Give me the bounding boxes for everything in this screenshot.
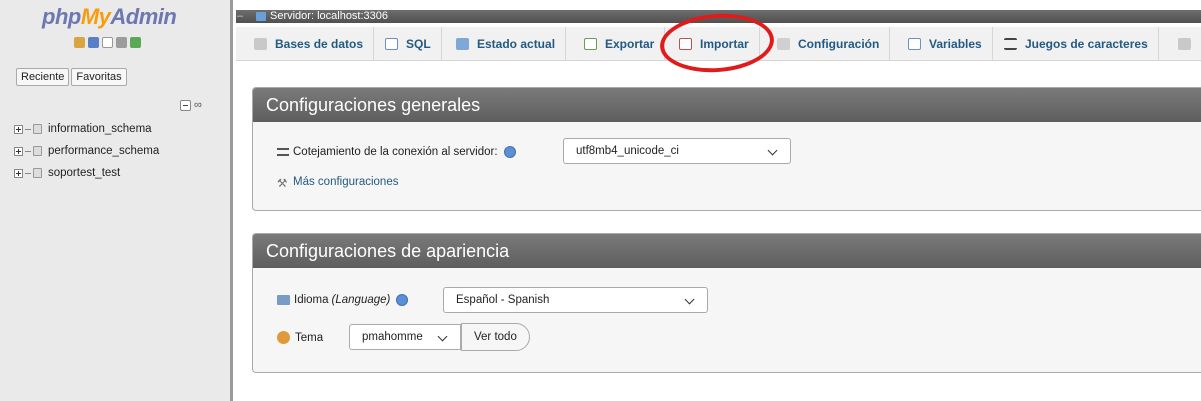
status-chart-icon: [456, 38, 469, 50]
export-icon: [584, 38, 597, 50]
general-settings-panel: Configuraciones generales Cotejamiento d…: [252, 87, 1201, 211]
language-row: Idioma (Language): [277, 294, 409, 306]
panel-title: Configuraciones de apariencia: [253, 234, 1201, 268]
tab-databases[interactable]: Bases de datos: [244, 27, 375, 61]
tab-favorites[interactable]: Favoritas: [71, 68, 127, 86]
database-icon: [33, 168, 42, 178]
theme-label: Tema: [295, 331, 324, 344]
logo-admin: Admin: [110, 4, 177, 29]
database-name[interactable]: soportest_test: [48, 167, 120, 179]
phpmyadmin-window: phpMyAdmin Reciente Favoritas ∞ informat…: [0, 0, 1201, 401]
collation-select[interactable]: utf8mb4_unicode_ci: [563, 138, 791, 164]
collapse-all-icon[interactable]: [180, 99, 191, 111]
logo-my: My: [80, 4, 111, 29]
tab-export[interactable]: Exportar: [574, 27, 666, 61]
list-item[interactable]: information_schema: [14, 118, 159, 140]
sidebar-icon-row: [74, 37, 141, 48]
tab-status[interactable]: Estado actual: [446, 27, 567, 61]
variables-icon: [908, 38, 921, 50]
collapse-nav-icon[interactable]: –: [237, 10, 245, 23]
list-item[interactable]: soportest_test: [14, 162, 159, 184]
server-icon: [256, 12, 266, 21]
chevron-down-icon: [767, 145, 778, 156]
tree-controls: ∞: [180, 99, 202, 111]
appearance-settings-panel: Configuraciones de apariencia Idioma (La…: [252, 233, 1201, 373]
language-label: Idioma: [294, 294, 329, 306]
database-icon: [33, 124, 42, 134]
navigation-sidebar: phpMyAdmin Reciente Favoritas ∞ informat…: [0, 0, 233, 401]
language-icon: [277, 295, 290, 305]
reload-icon[interactable]: [130, 37, 141, 48]
wrench-icon: ⚒: [277, 178, 288, 190]
expand-icon[interactable]: [14, 168, 23, 178]
database-name[interactable]: performance_schema: [48, 145, 159, 157]
database-name[interactable]: information_schema: [48, 123, 152, 135]
logout-icon[interactable]: [88, 37, 99, 48]
docs-icon[interactable]: [102, 37, 113, 48]
tab-sql[interactable]: SQL: [375, 27, 442, 61]
database-icon: [33, 146, 42, 156]
palette-icon: [277, 331, 290, 344]
tab-settings[interactable]: Configuración: [767, 27, 891, 61]
view-all-button[interactable]: Ver todo: [461, 323, 530, 351]
list-item[interactable]: performance_schema: [14, 140, 159, 162]
phpmyadmin-logo[interactable]: phpMyAdmin: [42, 4, 177, 30]
database-icon: [254, 38, 267, 50]
chevron-down-icon: [437, 331, 448, 342]
theme-row: Tema: [277, 331, 323, 344]
database-tree: information_schema performance_schema so…: [14, 118, 159, 184]
help-icon[interactable]: [503, 146, 516, 158]
logo-php: php: [42, 4, 81, 29]
sql-icon: [385, 38, 398, 50]
collation-row: Cotejamiento de la conexión al servidor:: [277, 146, 516, 158]
theme-select[interactable]: pmahomme: [349, 324, 461, 350]
more-settings-row: ⚒ Más configuraciones: [277, 176, 398, 190]
settings-icon[interactable]: [116, 37, 127, 48]
link-with-main-icon[interactable]: ∞: [194, 99, 202, 111]
sidebar-tabs: Reciente Favoritas: [16, 68, 127, 86]
tab-charsets[interactable]: Juegos de caracteres: [994, 27, 1159, 61]
home-icon[interactable]: [74, 37, 85, 48]
wrench-icon: [777, 38, 790, 50]
language-select[interactable]: Español - Spanish: [443, 287, 708, 313]
tab-variables[interactable]: Variables: [898, 27, 993, 61]
charset-icon: [1004, 38, 1017, 50]
tab-more[interactable]: [1168, 27, 1201, 61]
help-icon[interactable]: [396, 294, 409, 306]
collation-label: Cotejamiento de la conexión al servidor:: [293, 146, 498, 158]
expand-icon[interactable]: [14, 124, 23, 134]
expand-icon[interactable]: [14, 146, 23, 156]
language-label-english: (Language): [331, 294, 391, 306]
chevron-down-icon: [684, 294, 695, 305]
tab-recent[interactable]: Reciente: [16, 68, 70, 86]
engines-icon: [1178, 38, 1191, 50]
panel-title: Configuraciones generales: [253, 88, 1201, 122]
server-link[interactable]: Servidor: localhost:3306: [270, 10, 388, 23]
more-settings-link[interactable]: Más configuraciones: [293, 176, 398, 188]
list-icon: [277, 148, 289, 156]
